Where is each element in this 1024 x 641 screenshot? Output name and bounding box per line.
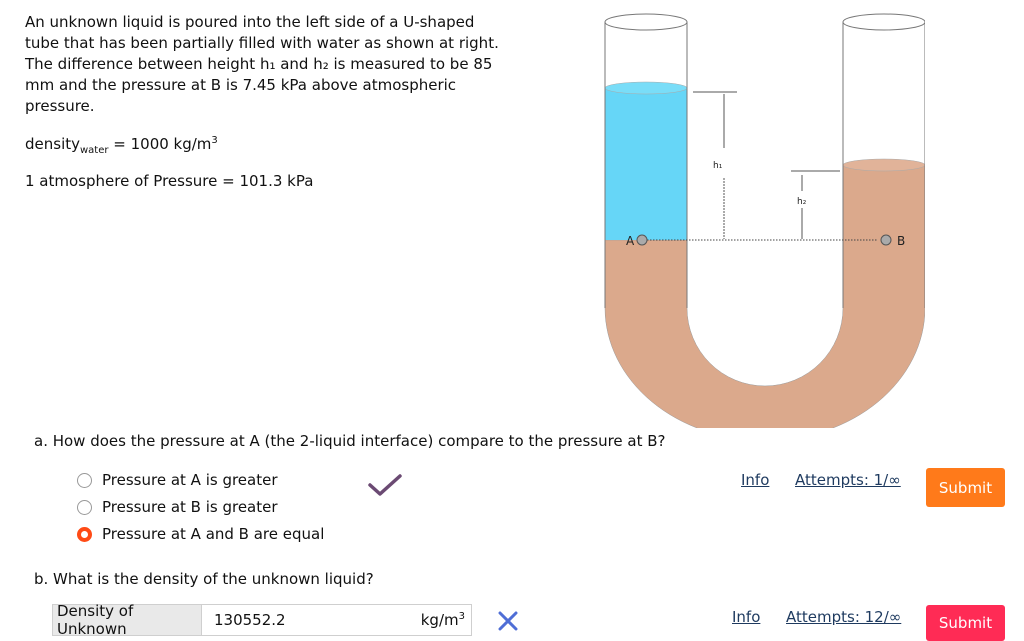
submit-button-a[interactable]: Submit (926, 468, 1005, 507)
radio-button[interactable] (77, 472, 92, 488)
h1-label: h₁ (713, 161, 723, 171)
radio-button-selected[interactable] (77, 526, 92, 542)
radio-button[interactable] (77, 499, 92, 515)
question-b-text: b. What is the density of the unknown li… (34, 570, 374, 588)
point-a-marker (636, 234, 648, 246)
density-answer-label: Density of Unknown (52, 602, 202, 638)
correct-check-icon (368, 474, 402, 496)
point-b-label: B (897, 234, 905, 248)
problem-line: An unknown liquid is poured into the lef… (25, 13, 475, 31)
water-density: densitywater = 1000 kg/m3 (25, 135, 218, 156)
atmosphere-pressure: 1 atmosphere of Pressure = 101.3 kPa (25, 172, 314, 190)
point-b-marker (880, 234, 892, 246)
density-answer-row: Density of Unknown 130552.2 kg/m3 (52, 602, 472, 638)
unknown-liquid-fill (605, 88, 687, 240)
option-equal[interactable]: Pressure at A and B are equal (77, 525, 324, 543)
option-b-greater[interactable]: Pressure at B is greater (77, 498, 278, 516)
submit-button-b[interactable]: Submit (926, 605, 1005, 641)
u-tube-diagram: h₁ h₂ A B (604, 13, 925, 428)
attempts-link-a[interactable]: Attempts: 1/∞ (795, 471, 901, 489)
info-link-a[interactable]: Info (741, 471, 769, 489)
info-link-b[interactable]: Info (732, 608, 760, 626)
point-a-label: A (626, 234, 635, 248)
question-a-text: a. How does the pressure at A (the 2-liq… (34, 432, 666, 450)
problem-statement: An unknown liquid is poured into the lef… (25, 12, 505, 117)
option-a-greater[interactable]: Pressure at A is greater (77, 471, 278, 489)
problem-line: The difference between height h₁ and h₂ … (25, 55, 493, 73)
h2-label: h₂ (797, 197, 807, 207)
problem-line: tube that has been partially filled with… (25, 34, 499, 52)
density-answer-input[interactable]: 130552.2 kg/m3 (202, 604, 472, 636)
incorrect-x-icon (498, 611, 518, 631)
attempts-link-b[interactable]: Attempts: 12/∞ (786, 608, 901, 626)
density-unit: kg/m3 (420, 611, 465, 629)
problem-line: pressure. (25, 97, 95, 115)
problem-line: mm and the pressure at B is 7.45 kPa abo… (25, 76, 457, 94)
